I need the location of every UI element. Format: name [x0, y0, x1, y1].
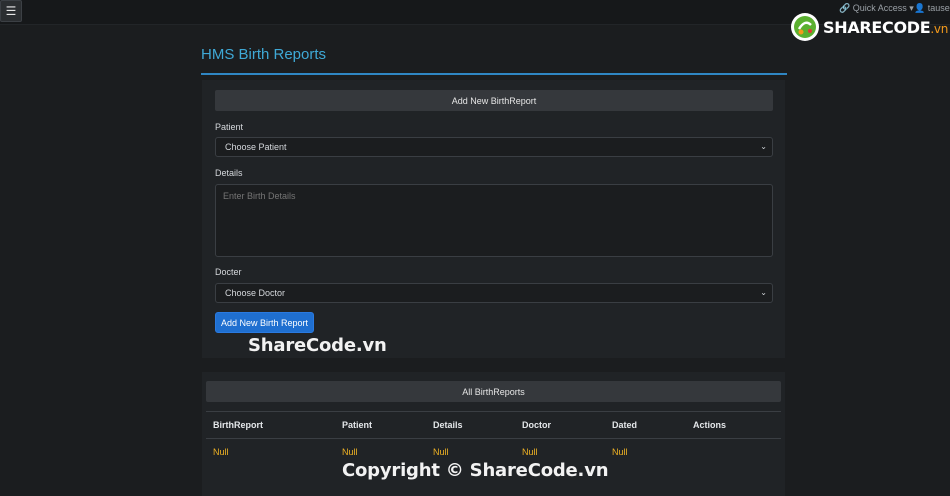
- add-form-header: Add New BirthReport: [215, 90, 773, 111]
- sharecode-logo: SHARECODE.vn: [790, 12, 948, 42]
- patient-select[interactable]: Choose Patient ⌄: [215, 137, 773, 157]
- table-header-divider: [206, 438, 781, 439]
- hamburger-icon: ☰: [5, 4, 17, 18]
- patient-select-value: Choose Patient: [225, 142, 287, 152]
- details-label: Details: [215, 168, 243, 178]
- doctor-select-value: Choose Doctor: [225, 288, 286, 298]
- details-textarea[interactable]: [215, 184, 773, 257]
- add-birth-report-button[interactable]: Add New Birth Report: [215, 312, 314, 333]
- chevron-down-icon: ⌄: [760, 142, 767, 151]
- cell-patient: Null: [342, 447, 358, 457]
- logo-text: SHARECODE.vn: [823, 17, 949, 37]
- table-top-divider: [206, 411, 781, 412]
- title-divider: [201, 73, 787, 75]
- cell-birthreport: Null: [213, 447, 229, 457]
- doctor-label: Docter: [215, 267, 242, 277]
- sidebar-toggle-button[interactable]: ☰: [0, 0, 22, 22]
- logo-icon: [791, 13, 819, 41]
- chevron-down-icon: ⌄: [760, 288, 767, 297]
- cell-details: Null: [433, 447, 449, 457]
- column-header-patient: Patient: [342, 420, 373, 430]
- patient-label: Patient: [215, 122, 244, 132]
- column-header-birthreport: BirthReport: [213, 420, 263, 430]
- column-header-details: Details: [433, 420, 463, 430]
- watermark-text: ShareCode.vn: [248, 335, 387, 356]
- column-header-actions: Actions: [693, 420, 727, 430]
- cell-doctor: Null: [522, 447, 538, 457]
- cell-dated: Null: [612, 447, 628, 457]
- column-header-doctor: Doctor: [522, 420, 551, 430]
- page-title: HMS Birth Reports: [201, 46, 327, 63]
- list-header: All BirthReports: [206, 381, 781, 402]
- doctor-select[interactable]: Choose Doctor ⌄: [215, 283, 773, 303]
- column-header-dated: Dated: [612, 420, 638, 430]
- copyright-watermark: Copyright © ShareCode.vn: [342, 460, 609, 481]
